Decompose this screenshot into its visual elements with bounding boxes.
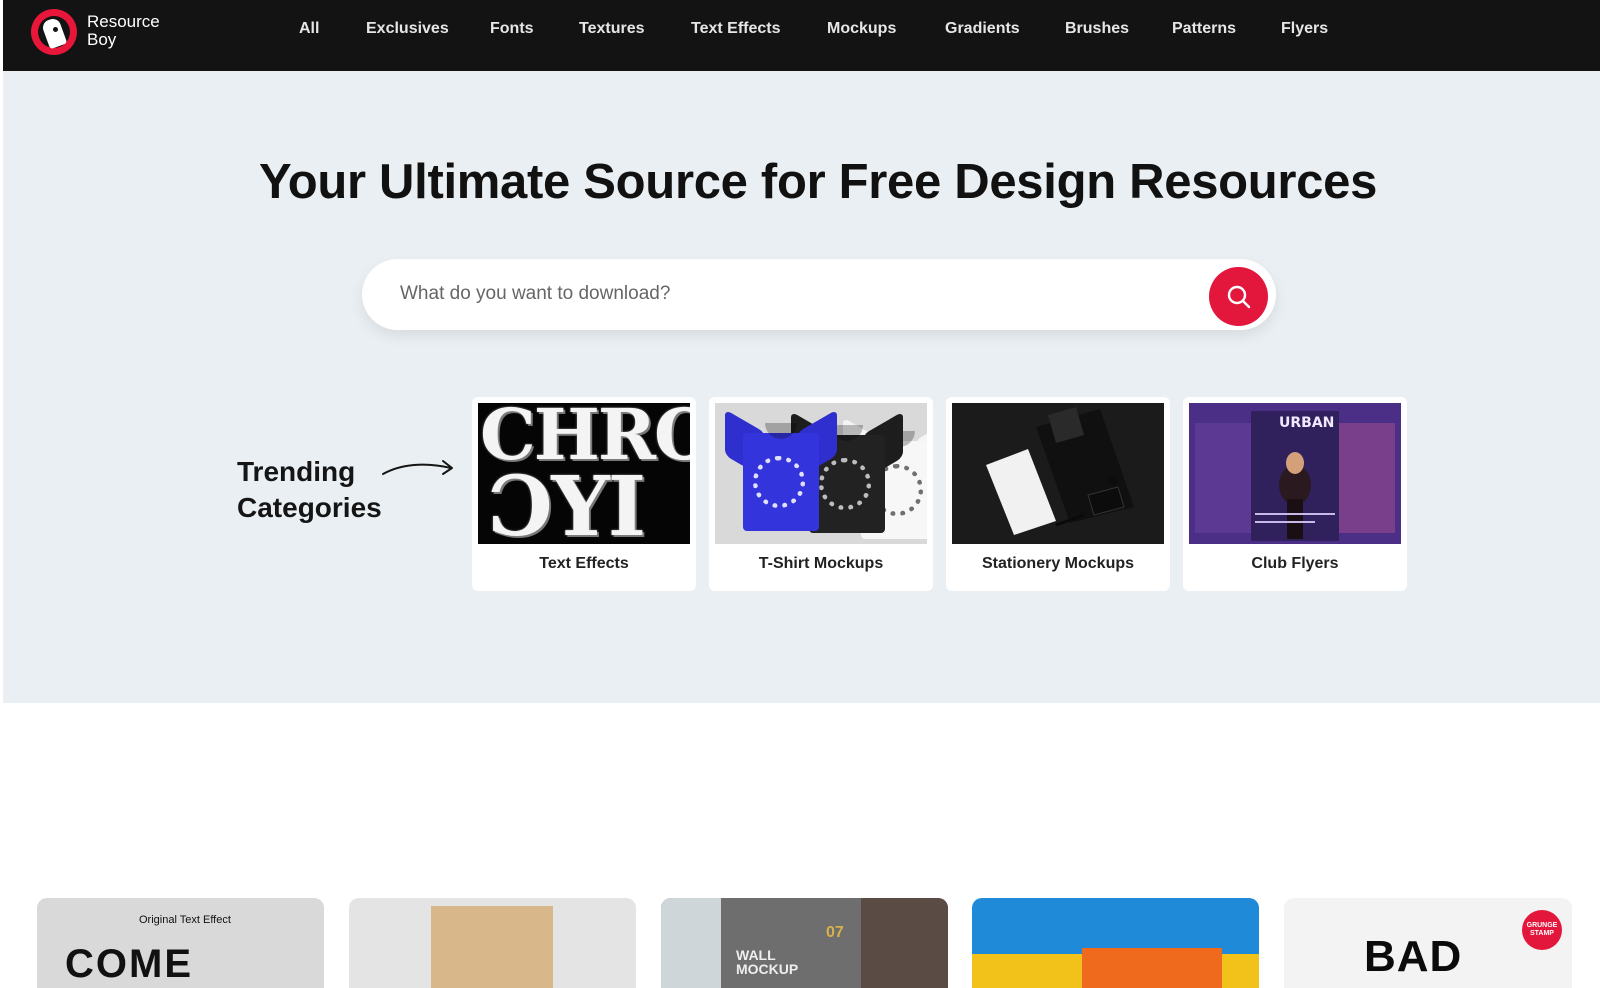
resource-thumbnail-1[interactable]: Original Text Effect COME BACK	[37, 898, 324, 988]
flyer-title-text: URBAN	[1279, 415, 1335, 431]
resource-thumbnail-2[interactable]	[349, 898, 636, 988]
hero-section: Your Ultimate Source for Free Design Res…	[3, 71, 1600, 703]
search-bar	[362, 259, 1276, 330]
top-navigation-bar: Resource Boy All Exclusives Fonts Textur…	[3, 0, 1600, 71]
brand-line-1: Resource	[87, 12, 160, 31]
resource-boy-logo-icon[interactable]	[31, 9, 77, 55]
trending-line-1: Trending	[237, 456, 356, 487]
category-label: Text Effects	[539, 555, 629, 572]
category-card-text-effects[interactable]: CHRO ƆYI Text Effects	[472, 397, 696, 591]
brand-name[interactable]: Resource Boy	[87, 13, 160, 49]
trending-heading: Trending Categories	[237, 454, 382, 526]
thumb-text: BAD	[1364, 932, 1463, 981]
blue-tshirt	[725, 409, 837, 531]
nav-text-effects[interactable]: Text Effects	[691, 20, 781, 38]
resource-thumbnail-4[interactable]	[972, 898, 1259, 988]
search-button[interactable]	[1209, 267, 1268, 326]
nav-exclusives[interactable]: Exclusives	[366, 20, 449, 38]
grunge-stamp-badge: GRUNGE STAMP	[1522, 910, 1562, 950]
nav-brushes[interactable]: Brushes	[1065, 20, 1129, 38]
curved-arrow-icon	[382, 460, 453, 475]
text-effects-thumbnail: CHRO ƆYI	[478, 403, 690, 544]
thumb-caption: Original Text Effect	[139, 914, 231, 926]
brand-line-2: Boy	[87, 30, 117, 49]
thumb-number: 07	[826, 924, 844, 941]
nav-mockups[interactable]: Mockups	[827, 20, 896, 38]
search-input[interactable]	[400, 275, 1180, 313]
category-card-club-flyers[interactable]: URBAN Club Flyers	[1183, 397, 1407, 591]
stationery-thumbnail	[952, 403, 1164, 544]
chrome-text-bottom: ƆYI	[488, 459, 646, 544]
category-card-stationery-mockups[interactable]: Stationery Mockups	[946, 397, 1170, 591]
nav-gradients[interactable]: Gradients	[945, 20, 1020, 38]
resource-thumbnail-3[interactable]: WALL MOCKUP 07	[661, 898, 948, 988]
tshirt-thumbnail	[715, 403, 927, 544]
category-label: T-Shirt Mockups	[758, 555, 884, 572]
nav-all[interactable]: All	[299, 20, 319, 38]
thumb-text: COME BACK	[65, 942, 193, 988]
search-icon	[1227, 285, 1251, 309]
club-flyer-thumbnail: URBAN	[1189, 403, 1401, 544]
nav-flyers[interactable]: Flyers	[1281, 20, 1328, 38]
resource-thumbnail-5[interactable]: BAD GRUNGE STAMP	[1284, 898, 1572, 988]
category-card-tshirt-mockups[interactable]: T-Shirt Mockups	[709, 397, 933, 591]
hero-title: Your Ultimate Source for Free Design Res…	[258, 155, 1378, 209]
category-label: Club Flyers	[1251, 555, 1339, 572]
trending-line-2: Categories	[237, 492, 382, 523]
category-label: Stationery Mockups	[981, 555, 1135, 572]
nav-textures[interactable]: Textures	[579, 20, 645, 38]
nav-patterns[interactable]: Patterns	[1172, 20, 1236, 38]
nav-fonts[interactable]: Fonts	[490, 20, 534, 38]
thumb-caption: WALL MOCKUP	[736, 947, 799, 977]
